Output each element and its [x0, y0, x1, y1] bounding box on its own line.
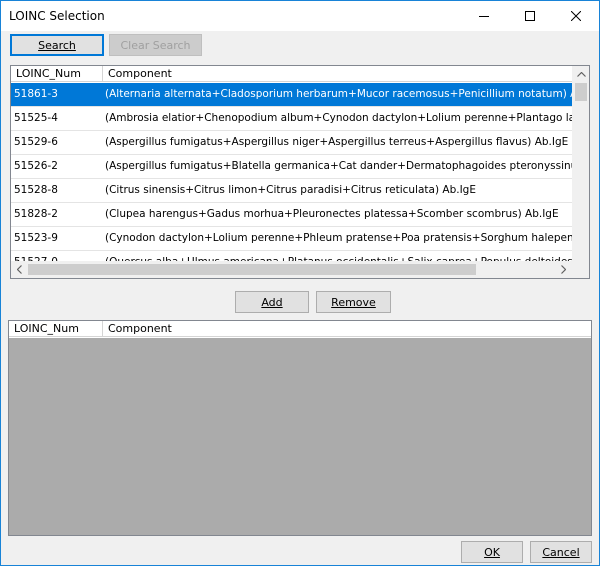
- cell-component: (Quercus alba+Ulmus americana+Platanus o…: [105, 251, 572, 261]
- cell-loinc-num: 51828-2: [14, 208, 58, 220]
- vertical-scrollbar[interactable]: [572, 66, 589, 261]
- table-row[interactable]: 51523-9 (Cynodon dactylon+Lolium perenne+…: [11, 227, 572, 251]
- table-row[interactable]: 51529-6 (Aspergillus fumigatus+Aspergillu…: [11, 131, 572, 155]
- maximize-icon: [525, 11, 535, 21]
- scroll-corner: [572, 261, 589, 278]
- horizontal-scroll-thumb[interactable]: [28, 264, 476, 275]
- cell-loinc-num: 51525-4: [14, 112, 58, 124]
- scroll-right-arrow[interactable]: [555, 261, 572, 278]
- close-icon: [571, 11, 581, 21]
- grid-header: LOINC_Num Component: [11, 66, 573, 82]
- table-row[interactable]: 51861-3 (Alternaria alternata+Cladosporiu…: [11, 83, 572, 107]
- cancel-button[interactable]: Cancel: [530, 541, 592, 563]
- table-row[interactable]: 51527-0(Quercus alba+Ulmus americana+Pla…: [11, 251, 572, 261]
- scroll-up-arrow[interactable]: [573, 66, 589, 83]
- clear-search-button[interactable]: Clear Search: [109, 34, 202, 56]
- column-header-loinc-num[interactable]: LOINC_Num: [11, 66, 103, 82]
- grid-header: LOINC_Num Component: [9, 321, 591, 337]
- ok-button[interactable]: OK: [461, 541, 523, 563]
- close-button[interactable]: [553, 1, 599, 31]
- remove-button[interactable]: Remove: [316, 291, 391, 313]
- cell-component: (Aspergillus fumigatus+Blatella germanic…: [105, 160, 572, 172]
- cell-component: (Ambrosia elatior+Chenopodium album+Cyno…: [105, 112, 572, 124]
- search-button[interactable]: Search: [10, 34, 104, 56]
- cell-component: (Citrus sinensis+Citrus limon+Citrus par…: [105, 184, 476, 196]
- chevron-right-icon: [561, 265, 566, 274]
- table-row[interactable]: 51528-8 (Citrus sinensis+Citrus limon+Cit…: [11, 179, 572, 203]
- window-title: LOINC Selection: [9, 9, 105, 23]
- cell-component: (Cynodon dactylon+Lolium perenne+Phleum …: [105, 232, 572, 244]
- cell-loinc-num: 51528-8: [14, 184, 58, 196]
- cell-loinc-num: 51861-3: [14, 88, 58, 100]
- cell-component: (Alternaria alternata+Cladosporium herba…: [105, 88, 572, 100]
- column-header-component[interactable]: Component: [103, 66, 573, 82]
- empty-grid-area: [9, 338, 591, 535]
- minimize-button[interactable]: [461, 1, 507, 31]
- maximize-button[interactable]: [507, 1, 553, 31]
- minimize-icon: [479, 16, 489, 17]
- column-header-loinc-num[interactable]: LOINC_Num: [9, 321, 103, 337]
- chevron-left-icon: [17, 265, 22, 274]
- cell-component: (Aspergillus fumigatus+Aspergillus niger…: [105, 136, 569, 148]
- loinc-selection-window: LOINC Selection Search Clear Search LOIN…: [0, 0, 600, 566]
- scroll-left-arrow[interactable]: [11, 261, 28, 278]
- chevron-up-icon: [577, 72, 586, 77]
- table-row[interactable]: 51525-4 (Ambrosia elatior+Chenopodium alb…: [11, 107, 572, 131]
- add-button[interactable]: Add: [235, 291, 309, 313]
- vertical-scroll-thumb[interactable]: [575, 83, 587, 101]
- cell-loinc-num: 51529-6: [14, 136, 58, 148]
- cell-loinc-num: 51527-0: [14, 251, 102, 261]
- cell-loinc-num: 51526-2: [14, 160, 58, 172]
- column-header-component[interactable]: Component: [103, 321, 591, 337]
- table-row[interactable]: 51828-2 (Clupea harengus+Gadus morhua+Ple…: [11, 203, 572, 227]
- grid-rows: 51861-3 (Alternaria alternata+Cladosporiu…: [11, 83, 572, 261]
- table-row[interactable]: 51526-2 (Aspergillus fumigatus+Blatella g…: [11, 155, 572, 179]
- search-results-grid[interactable]: LOINC_Num Component 51861-3 (Alternaria a…: [10, 65, 590, 279]
- selected-items-grid[interactable]: LOINC_Num Component: [8, 320, 592, 536]
- horizontal-scrollbar[interactable]: [11, 261, 572, 278]
- title-bar[interactable]: LOINC Selection: [1, 1, 599, 31]
- cell-component: (Clupea harengus+Gadus morhua+Pleuronect…: [105, 208, 559, 220]
- cell-loinc-num: 51523-9: [14, 232, 58, 244]
